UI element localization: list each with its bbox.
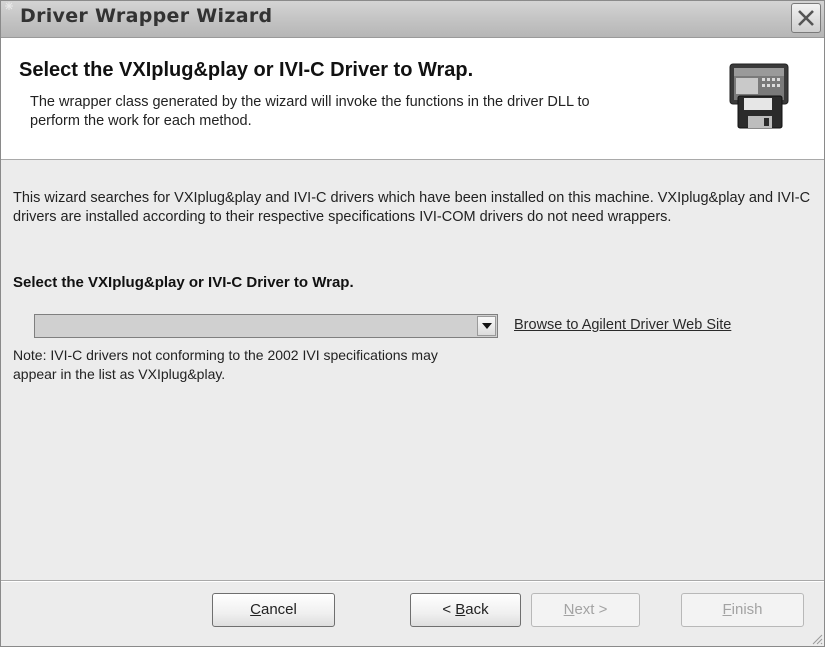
cancel-accelerator: C [250, 601, 261, 618]
close-icon [798, 10, 814, 26]
chevron-down-icon [482, 323, 492, 329]
finish-button[interactable]: Finish [681, 593, 804, 627]
resize-grip-icon[interactable] [811, 633, 823, 645]
page-subtitle: The wrapper class generated by the wizar… [30, 94, 590, 129]
finish-accelerator: F [722, 601, 732, 618]
driver-disk-icon [729, 63, 789, 129]
back-accelerator: B [455, 601, 466, 618]
driver-select-dropdown-button[interactable] [477, 316, 496, 336]
page-title: Select the VXIplug&play or IVI-C Driver … [19, 59, 474, 81]
wizard-window: Driver Wrapper Wizard Select the VXIplug… [0, 0, 825, 647]
driver-select[interactable] [34, 314, 498, 338]
title-bar[interactable]: Driver Wrapper Wizard [1, 1, 824, 38]
close-button[interactable] [791, 3, 821, 33]
back-button[interactable]: < Back [410, 593, 521, 627]
cancel-button[interactable]: Cancel [212, 593, 335, 627]
back-label: ack [465, 601, 489, 618]
wizard-header: Select the VXIplug&play or IVI-C Driver … [1, 38, 824, 160]
next-accelerator: N [563, 601, 575, 618]
footer-divider [1, 580, 824, 582]
wizard-body: This wizard searches for VXIplug&play an… [1, 160, 824, 580]
note-text: Note: IVI-C drivers not conforming to th… [13, 347, 438, 382]
next-label: ext > [574, 601, 608, 618]
window-title: Driver Wrapper Wizard [20, 5, 273, 27]
back-prefix: < [442, 601, 456, 618]
browse-driver-site-link[interactable]: Browse to Agilent Driver Web Site [514, 317, 731, 333]
next-button[interactable]: Next > [531, 593, 640, 627]
driver-select-label: Select the VXIplug&play or IVI-C Driver … [13, 274, 354, 291]
finish-label: inish [731, 601, 763, 618]
cancel-label: ancel [260, 601, 297, 618]
intro-text: This wizard searches for VXIplug&play an… [13, 190, 811, 225]
